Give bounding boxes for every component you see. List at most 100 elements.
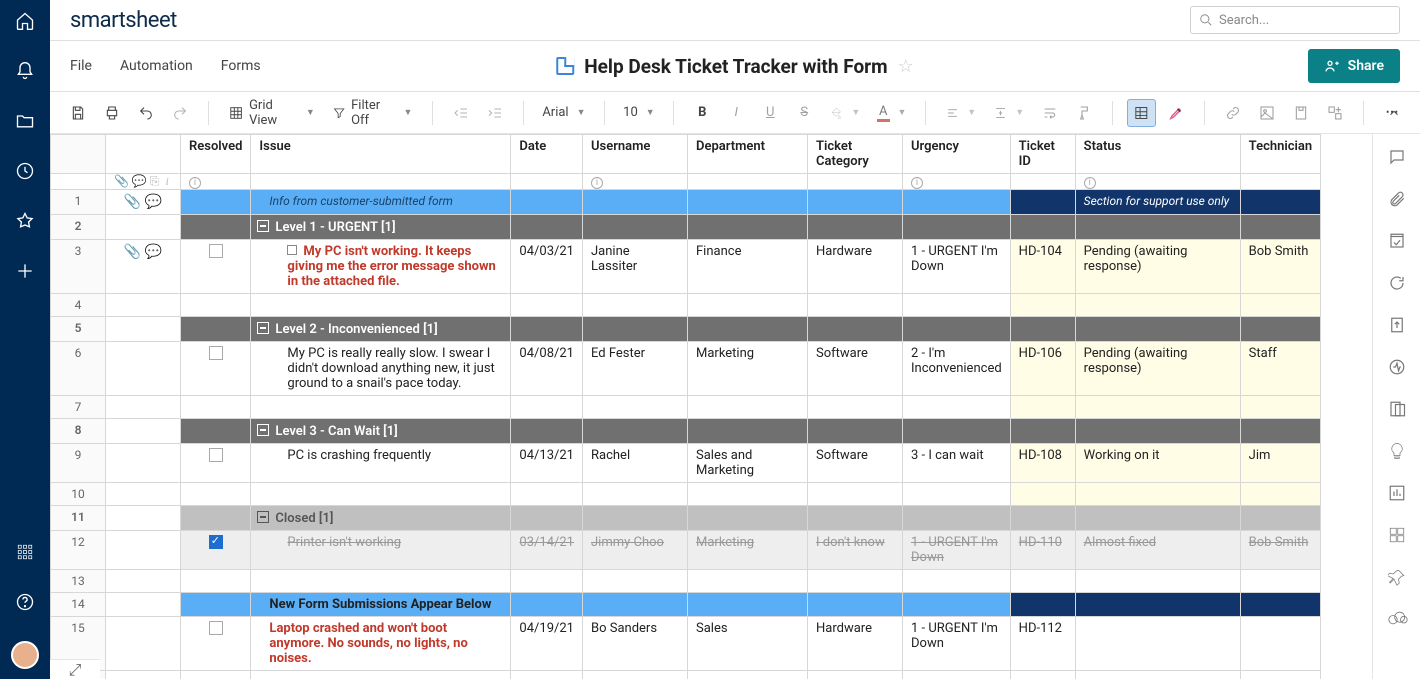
brandforce-icon[interactable] <box>1388 610 1406 628</box>
help-icon[interactable] <box>14 591 36 613</box>
attachments-icon[interactable] <box>1388 190 1406 208</box>
text-color-icon[interactable]: A▼ <box>872 99 911 127</box>
favorite-star-icon[interactable]: ☆ <box>898 56 914 77</box>
outdent-icon[interactable] <box>447 99 475 127</box>
strike-icon[interactable]: S <box>790 99 818 127</box>
info-icon[interactable]: i <box>189 177 201 189</box>
filter-button[interactable]: Filter Off▼ <box>327 99 419 127</box>
collapse-icon[interactable] <box>257 322 269 334</box>
table-row[interactable]: 16 <box>51 671 1321 680</box>
folder-icon[interactable] <box>14 110 36 132</box>
update-requests-icon[interactable] <box>1388 274 1406 292</box>
collapse-icon[interactable] <box>257 511 269 523</box>
card-view-icon[interactable] <box>1388 526 1406 544</box>
checkbox[interactable] <box>209 448 223 462</box>
col-department[interactable]: Department <box>688 135 808 174</box>
bold-icon[interactable]: B <box>688 99 716 127</box>
avatar[interactable] <box>11 641 39 669</box>
print-icon[interactable] <box>98 99 126 127</box>
table-row[interactable]: 8 Level 3 - Can Wait [1] <box>51 419 1321 444</box>
col-username[interactable]: Username <box>583 135 688 174</box>
table-row[interactable]: 9 PC is crashing frequently 04/13/21 Rac… <box>51 444 1321 483</box>
menu-forms[interactable]: Forms <box>221 58 261 74</box>
brand-logo: smartsheet <box>70 8 177 33</box>
table-row[interactable]: 5 Level 2 - Inconvenienced [1] <box>51 317 1321 342</box>
font-size-select[interactable]: 10▼ <box>619 99 660 127</box>
col-ticket[interactable]: Ticket ID <box>1010 135 1075 174</box>
symbols-icon[interactable] <box>1321 99 1349 127</box>
info-icon[interactable]: i <box>911 177 923 189</box>
info-icon[interactable]: i <box>591 177 603 189</box>
valign-icon[interactable]: ▼ <box>988 99 1030 127</box>
table-row[interactable]: 15 Laptop crashed and won't boot anymore… <box>51 617 1321 671</box>
col-status[interactable]: Status <box>1075 135 1240 174</box>
conversations-icon[interactable] <box>1388 148 1406 166</box>
format-icon[interactable] <box>1070 99 1098 127</box>
col-issue[interactable]: Issue <box>251 135 511 174</box>
home-icon[interactable] <box>14 10 36 32</box>
apps-icon[interactable] <box>14 541 36 563</box>
image-icon[interactable] <box>1253 99 1281 127</box>
menu-file[interactable]: File <box>70 58 92 74</box>
redo-icon[interactable] <box>166 99 194 127</box>
expand-icon[interactable]: ⤢ <box>50 659 100 679</box>
collapse-icon[interactable] <box>257 220 269 232</box>
table-row[interactable]: 11 Closed [1] <box>51 506 1321 531</box>
col-date[interactable]: Date <box>511 135 583 174</box>
col-tech[interactable]: Technician <box>1240 135 1320 174</box>
undo-icon[interactable] <box>132 99 160 127</box>
table-row[interactable]: 2 Level 1 - URGENT [1] <box>51 215 1321 240</box>
grid-mode-icon[interactable] <box>1127 99 1156 127</box>
table-row[interactable]: 14 New Form Submissions Appear Below <box>51 593 1321 617</box>
collapse-icon[interactable] <box>287 245 297 255</box>
wrap-icon[interactable] <box>1036 99 1064 127</box>
save-icon[interactable] <box>64 99 92 127</box>
summary-icon[interactable] <box>1388 400 1406 418</box>
attach-icon[interactable] <box>1287 99 1315 127</box>
table-row[interactable]: 3 📎 💬 My PC isn't working. It keeps givi… <box>51 240 1321 294</box>
link-icon[interactable] <box>1219 99 1247 127</box>
info-icon[interactable]: i <box>1084 177 1096 189</box>
checkbox[interactable] <box>209 346 223 360</box>
underline-icon[interactable]: U <box>756 99 784 127</box>
add-icon[interactable] <box>14 260 36 282</box>
row-icons[interactable]: 📎 💬 <box>114 194 172 210</box>
col-category[interactable]: Ticket Category <box>808 135 903 174</box>
row-indicator-icons: 📎 💬 ⎘ i <box>114 174 172 189</box>
pin-icon[interactable] <box>1388 568 1406 586</box>
grid[interactable]: Resolved Issue Date Username Department … <box>50 134 1372 679</box>
italic-icon[interactable]: I <box>722 99 750 127</box>
checkbox[interactable] <box>209 535 223 549</box>
activity-icon[interactable] <box>1388 358 1406 376</box>
chart-icon[interactable] <box>1388 484 1406 502</box>
share-button[interactable]: Share <box>1308 49 1400 83</box>
font-select[interactable]: Arial▼ <box>538 99 589 127</box>
align-icon[interactable]: ▼ <box>940 99 982 127</box>
search-input[interactable]: Search... <box>1190 6 1400 34</box>
tip-icon[interactable] <box>1388 442 1406 460</box>
collapse-toolbar-icon[interactable] <box>1380 99 1408 127</box>
col-urgency[interactable]: Urgency <box>903 135 1011 174</box>
checkbox[interactable] <box>209 621 223 635</box>
menu-automation[interactable]: Automation <box>120 58 193 74</box>
favorites-icon[interactable] <box>14 210 36 232</box>
table-row[interactable]: 12 Printer isn't working 03/14/21 Jimmy … <box>51 531 1321 570</box>
checkbox[interactable] <box>209 244 223 258</box>
table-row[interactable]: 13 <box>51 570 1321 593</box>
table-row[interactable]: 1 📎 💬 Info from customer-submitted form … <box>51 190 1321 215</box>
fill-color-icon[interactable]: ▼ <box>824 99 866 127</box>
grid-view-button[interactable]: Grid View▼ <box>223 99 321 127</box>
indent-icon[interactable] <box>481 99 509 127</box>
proof-icon[interactable] <box>1388 232 1406 250</box>
highlight-icon[interactable] <box>1162 99 1190 127</box>
row-icons[interactable]: 📎 💬 <box>114 244 172 260</box>
table-row[interactable]: 4 <box>51 294 1321 317</box>
table-row[interactable]: 7 <box>51 396 1321 419</box>
table-row[interactable]: 10 <box>51 483 1321 506</box>
publish-icon[interactable] <box>1388 316 1406 334</box>
notifications-icon[interactable] <box>14 60 36 82</box>
recents-icon[interactable] <box>14 160 36 182</box>
col-resolved[interactable]: Resolved <box>181 135 251 174</box>
collapse-icon[interactable] <box>257 424 269 436</box>
table-row[interactable]: 6 My PC is really really slow. I swear I… <box>51 342 1321 396</box>
